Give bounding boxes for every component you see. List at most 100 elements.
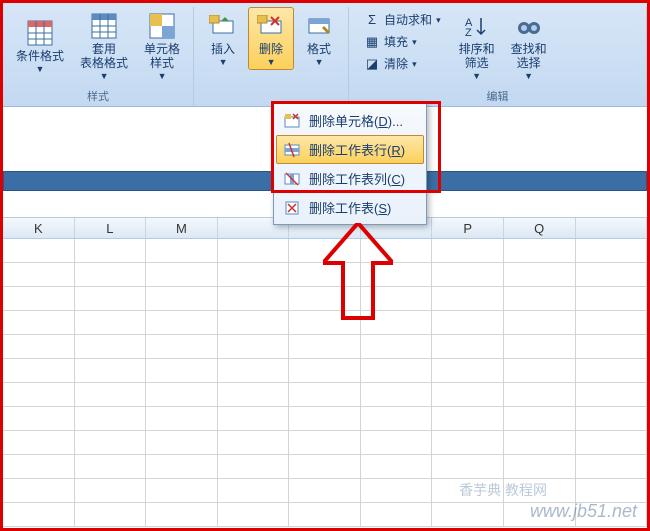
cell[interactable] bbox=[75, 239, 147, 262]
format-button[interactable]: 格式 ▼ bbox=[296, 7, 342, 70]
cell[interactable] bbox=[218, 407, 290, 430]
table-row[interactable] bbox=[3, 311, 647, 335]
cell[interactable] bbox=[75, 359, 147, 382]
cell[interactable] bbox=[75, 407, 147, 430]
autosum-button[interactable]: Σ自动求和▾ bbox=[359, 9, 446, 30]
table-row[interactable] bbox=[3, 407, 647, 431]
cell[interactable] bbox=[576, 311, 648, 334]
cell[interactable] bbox=[75, 503, 147, 526]
cell[interactable] bbox=[218, 503, 290, 526]
cell[interactable] bbox=[146, 503, 218, 526]
cell[interactable] bbox=[361, 359, 433, 382]
table-row[interactable] bbox=[3, 431, 647, 455]
delete-button[interactable]: 删除 ▼ bbox=[248, 7, 294, 70]
cell[interactable] bbox=[432, 311, 504, 334]
cell[interactable] bbox=[504, 383, 576, 406]
find-select-button[interactable]: 查找和 选择 ▼ bbox=[504, 7, 554, 84]
cell[interactable] bbox=[218, 479, 290, 502]
cell[interactable] bbox=[432, 503, 504, 526]
cell[interactable] bbox=[576, 431, 648, 454]
cell-style-button[interactable]: 单元格 样式 ▼ bbox=[137, 7, 187, 84]
table-row[interactable] bbox=[3, 287, 647, 311]
col-header[interactable] bbox=[576, 218, 648, 238]
menu-delete-sheet[interactable]: 删除工作表(S) bbox=[276, 193, 424, 222]
cell[interactable] bbox=[504, 311, 576, 334]
cell[interactable] bbox=[3, 503, 75, 526]
col-header[interactable]: Q bbox=[504, 218, 576, 238]
cell[interactable] bbox=[289, 503, 361, 526]
cell[interactable] bbox=[576, 383, 648, 406]
cell[interactable] bbox=[576, 263, 648, 286]
cell[interactable] bbox=[504, 407, 576, 430]
cell[interactable] bbox=[289, 239, 361, 262]
cell[interactable] bbox=[432, 287, 504, 310]
cell[interactable] bbox=[146, 407, 218, 430]
col-header[interactable]: K bbox=[3, 218, 75, 238]
cell[interactable] bbox=[432, 239, 504, 262]
cell[interactable] bbox=[75, 479, 147, 502]
cell[interactable] bbox=[3, 431, 75, 454]
clear-button[interactable]: ◪清除▾ bbox=[359, 53, 446, 74]
cell[interactable] bbox=[432, 359, 504, 382]
cell[interactable] bbox=[289, 407, 361, 430]
table-row[interactable] bbox=[3, 479, 647, 503]
cell[interactable] bbox=[432, 407, 504, 430]
cell[interactable] bbox=[3, 383, 75, 406]
cell[interactable] bbox=[146, 263, 218, 286]
cell[interactable] bbox=[3, 287, 75, 310]
cell[interactable] bbox=[361, 383, 433, 406]
cell[interactable] bbox=[218, 239, 290, 262]
cell[interactable] bbox=[146, 311, 218, 334]
cell[interactable] bbox=[3, 359, 75, 382]
cell[interactable] bbox=[361, 335, 433, 358]
cell[interactable] bbox=[218, 335, 290, 358]
insert-button[interactable]: 插入 ▼ bbox=[200, 7, 246, 70]
cell[interactable] bbox=[146, 383, 218, 406]
cell[interactable] bbox=[432, 263, 504, 286]
menu-delete-cols[interactable]: 删除工作表列(C) bbox=[276, 164, 424, 193]
cell[interactable] bbox=[289, 311, 361, 334]
table-row[interactable] bbox=[3, 263, 647, 287]
cell[interactable] bbox=[218, 359, 290, 382]
table-row[interactable] bbox=[3, 359, 647, 383]
cell[interactable] bbox=[146, 479, 218, 502]
cell[interactable] bbox=[432, 431, 504, 454]
cell[interactable] bbox=[361, 287, 433, 310]
cell[interactable] bbox=[361, 503, 433, 526]
fill-button[interactable]: ▦填充▾ bbox=[359, 31, 446, 52]
cell[interactable] bbox=[146, 335, 218, 358]
menu-delete-cells[interactable]: 删除单元格(D)... bbox=[276, 106, 424, 135]
cell[interactable] bbox=[218, 311, 290, 334]
cell[interactable] bbox=[504, 455, 576, 478]
cell[interactable] bbox=[432, 383, 504, 406]
cell[interactable] bbox=[3, 479, 75, 502]
cell[interactable] bbox=[3, 455, 75, 478]
cell[interactable] bbox=[218, 383, 290, 406]
grid[interactable] bbox=[3, 239, 647, 528]
table-row[interactable] bbox=[3, 335, 647, 359]
cell[interactable] bbox=[218, 431, 290, 454]
cell[interactable] bbox=[75, 455, 147, 478]
cell[interactable] bbox=[218, 287, 290, 310]
cell[interactable] bbox=[361, 239, 433, 262]
table-row[interactable] bbox=[3, 455, 647, 479]
table-row[interactable] bbox=[3, 239, 647, 263]
cell[interactable] bbox=[576, 239, 648, 262]
sort-filter-button[interactable]: AZ 排序和 筛选 ▼ bbox=[452, 7, 502, 84]
cell[interactable] bbox=[218, 263, 290, 286]
cell[interactable] bbox=[576, 455, 648, 478]
cell[interactable] bbox=[361, 455, 433, 478]
cell[interactable] bbox=[576, 359, 648, 382]
cell[interactable] bbox=[289, 359, 361, 382]
cell[interactable] bbox=[504, 263, 576, 286]
cell[interactable] bbox=[361, 311, 433, 334]
cell[interactable] bbox=[289, 431, 361, 454]
cell[interactable] bbox=[504, 287, 576, 310]
cell[interactable] bbox=[361, 431, 433, 454]
cell[interactable] bbox=[146, 239, 218, 262]
cell[interactable] bbox=[576, 479, 648, 502]
cell[interactable] bbox=[504, 335, 576, 358]
cell[interactable] bbox=[289, 479, 361, 502]
cell[interactable] bbox=[75, 335, 147, 358]
cell[interactable] bbox=[75, 263, 147, 286]
